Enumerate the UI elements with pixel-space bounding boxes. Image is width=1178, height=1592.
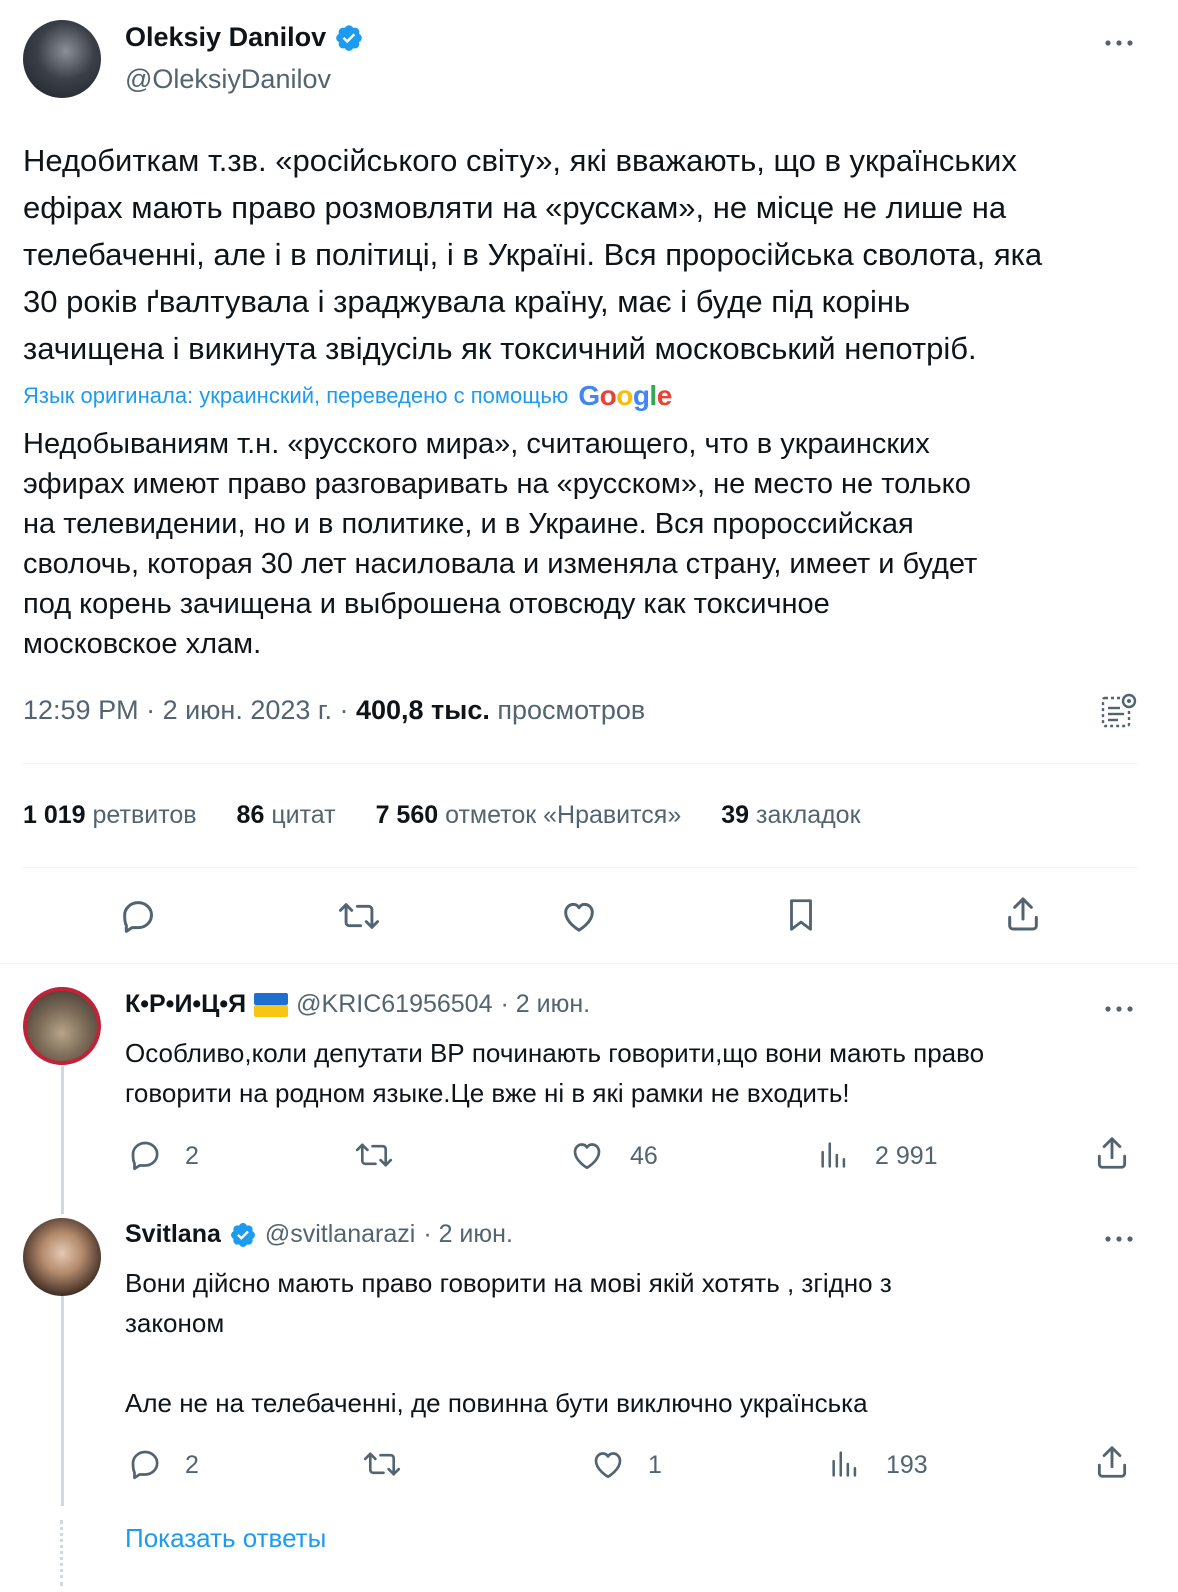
- bookmarks-stat[interactable]: 39 закладок: [721, 801, 860, 830]
- translated-text-line: московское хлам.: [23, 628, 262, 660]
- show-replies-link[interactable]: Показать ответы: [125, 1523, 326, 1554]
- retweet-icon[interactable]: [355, 1137, 393, 1173]
- translated-text-line: Недобываниям т.н. «русского мира», счита…: [23, 428, 930, 460]
- tweet-text: Недобиткам т.зв. «російського світу», як…: [23, 137, 1153, 372]
- reply-date[interactable]: · 2 июн.: [501, 990, 591, 1019]
- like-count: 46: [630, 1142, 658, 1170]
- likes-stat[interactable]: 7 560 отметок «Нравится»: [376, 801, 682, 830]
- verified-badge-icon: [334, 23, 364, 53]
- tweet-text-line: ефірах мають право розмовляти на «русска…: [23, 190, 1007, 225]
- author-name[interactable]: Oleksiy Danilov: [125, 22, 326, 53]
- views-count: 193: [886, 1451, 928, 1479]
- reply-count: 2: [185, 1142, 199, 1170]
- share-icon[interactable]: [1093, 1134, 1131, 1172]
- analytics-icon[interactable]: [1100, 692, 1138, 730]
- tweet-date[interactable]: 2 июн. 2023 г.: [163, 695, 332, 725]
- tweet-meta: 12:59 PM · 2 июн. 2023 г. · 400,8 тыс. п…: [23, 695, 646, 725]
- reply-author-handle[interactable]: @KRIC61956504: [296, 990, 492, 1019]
- translated-text: Недобываниям т.н. «русского мира», счита…: [23, 424, 1153, 664]
- reply-icon[interactable]: [118, 896, 158, 936]
- tweet-text-line: 30 років ґвалтувала і зраджувала країну,…: [23, 284, 911, 319]
- tweet-text-line: зачищена і викинута звідусіль як токсичн…: [23, 331, 977, 366]
- more-options-icon[interactable]: [1103, 30, 1135, 56]
- google-logo: Google: [578, 380, 672, 411]
- like-icon[interactable]: [590, 1446, 626, 1482]
- ukraine-flag-icon: [254, 992, 289, 1017]
- translation-note[interactable]: Язык оригинала: украинский, переведено с…: [23, 380, 672, 412]
- like-icon[interactable]: [559, 896, 599, 936]
- translated-text-line: эфирах имеют право разговаривать на «рус…: [23, 468, 971, 500]
- tweet-time[interactable]: 12:59 PM: [23, 695, 139, 725]
- share-icon[interactable]: [1093, 1443, 1131, 1481]
- views-count: 2 991: [875, 1142, 938, 1170]
- reply-avatar[interactable]: [23, 987, 101, 1065]
- translation-note-text: Язык оригинала: украинский, переведено с…: [23, 383, 569, 408]
- reply-icon[interactable]: [127, 1137, 163, 1173]
- translated-text-line: сволочь, которая 30 лет насиловала и изм…: [23, 548, 978, 580]
- translated-text-line: под корень зачищена и выброшена отовсюду…: [23, 588, 830, 620]
- retweet-icon[interactable]: [338, 896, 380, 936]
- reply-author-handle[interactable]: @svitlanarazi: [265, 1220, 415, 1249]
- reply-icon[interactable]: [127, 1446, 163, 1482]
- divider: [23, 867, 1137, 868]
- like-icon[interactable]: [569, 1137, 605, 1173]
- share-icon[interactable]: [1003, 894, 1043, 934]
- quotes-stat[interactable]: 86 цитат: [237, 801, 336, 830]
- bookmark-icon[interactable]: [782, 895, 820, 935]
- reply-count: 2: [185, 1451, 199, 1479]
- reply-date[interactable]: · 2 июн.: [423, 1220, 513, 1249]
- translated-text-line: на телевидении, но и в политике, и в Укр…: [23, 508, 914, 540]
- views-count: 400,8 тыс.: [355, 695, 490, 725]
- retweets-stat[interactable]: 1 019 ретвитов: [23, 801, 197, 830]
- thread-line: [61, 1066, 64, 1214]
- tweet-text-line: телебаченні, але і в політиці, і в Украї…: [23, 237, 1043, 272]
- verified-badge-icon: [229, 1221, 257, 1249]
- divider: [23, 763, 1137, 764]
- reply-text: Вони дійсно мають право говорити на мові…: [125, 1263, 1135, 1423]
- tweet-text-line: Недобиткам т.зв. «російського світу», як…: [23, 143, 1017, 178]
- reply-avatar[interactable]: [23, 1218, 101, 1296]
- more-options-icon[interactable]: [1103, 996, 1135, 1022]
- thread-dots: [60, 1520, 64, 1586]
- reply-text-line: законом: [125, 1308, 225, 1338]
- reply-author-name[interactable]: К•Р•И•Ц•Я: [125, 990, 246, 1019]
- retweet-icon[interactable]: [363, 1446, 401, 1482]
- more-options-icon[interactable]: [1103, 1226, 1135, 1252]
- tweet-stats: 1 019 ретвитов 86 цитат 7 560 отметок «Н…: [23, 801, 861, 830]
- views-label: просмотров: [497, 695, 646, 725]
- reply-text-line: Особливо,коли депутати ВР починають гово…: [125, 1038, 985, 1068]
- reply-text-line: Вони дійсно мають право говорити на мові…: [125, 1268, 892, 1298]
- reply-text: Особливо,коли депутати ВР починають гово…: [125, 1033, 1135, 1113]
- views-icon[interactable]: [817, 1137, 851, 1173]
- thread-line: [61, 1296, 64, 1506]
- reply-text-line: говорити на родном языке.Це вже ні в які…: [125, 1078, 850, 1108]
- views-icon[interactable]: [828, 1446, 862, 1482]
- reply-text-line: Але не на телебаченні, де повинна бути в…: [125, 1388, 868, 1418]
- reply-text-line: [125, 1343, 1135, 1383]
- author-handle[interactable]: @OleksiyDanilov: [125, 64, 331, 95]
- divider: [0, 963, 1178, 964]
- author-avatar[interactable]: [23, 20, 101, 98]
- reply-author-name[interactable]: Svitlana: [125, 1220, 221, 1249]
- like-count: 1: [648, 1451, 662, 1479]
